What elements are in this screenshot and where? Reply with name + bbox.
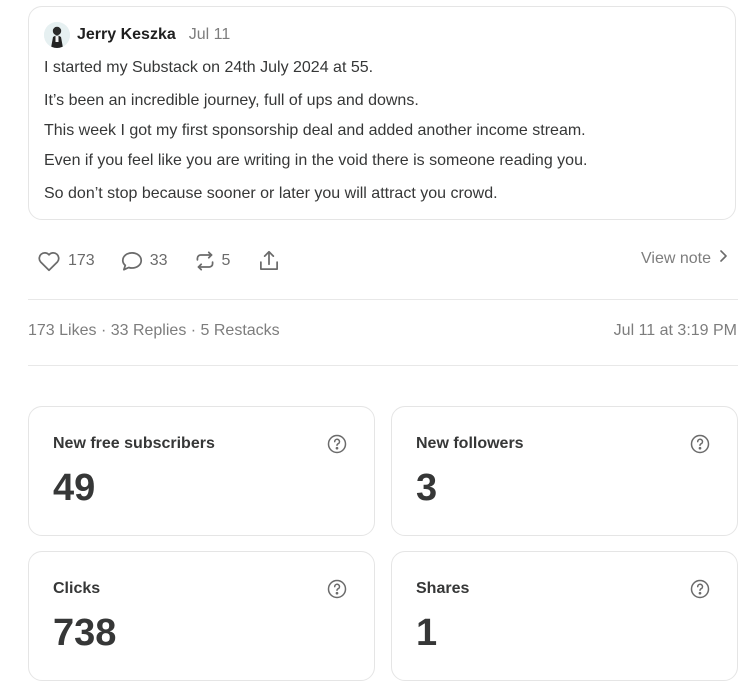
divider-bottom: [28, 365, 738, 366]
question-circle-icon[interactable]: [690, 434, 710, 459]
divider-top: [28, 299, 738, 300]
note-line-5: So don’t stop because sooner or later yo…: [44, 185, 498, 202]
share-icon: [256, 248, 282, 274]
note-line-2: It’s been an incredible journey, full of…: [44, 92, 419, 109]
metric-card-shares: Shares 1: [391, 551, 738, 681]
metric-label: Shares: [416, 580, 470, 597]
restack-icon: [192, 248, 218, 274]
chevron-right-icon: [718, 249, 728, 268]
reply-count: 33: [149, 252, 168, 269]
metric-card-free-subscribers: New free subscribers 49: [28, 406, 375, 536]
metric-label: New followers: [416, 435, 524, 452]
heart-icon: [36, 248, 62, 274]
question-circle-icon[interactable]: [690, 579, 710, 604]
avatar-image: [44, 22, 70, 48]
author-name[interactable]: Jerry Keszka: [77, 26, 176, 44]
share-button[interactable]: [256, 248, 282, 274]
avatar[interactable]: [44, 22, 70, 48]
note-line-1: I started my Substack on 24th July 2024 …: [44, 59, 374, 76]
note-card[interactable]: Jerry Keszka Jul 11 I started my Substac…: [28, 6, 736, 220]
view-note-label: View note: [641, 249, 711, 267]
metric-card-clicks: Clicks 738: [28, 551, 375, 681]
like-count: 173: [68, 252, 95, 269]
engagement-summary[interactable]: 173 Likes · 33 Replies · 5 Restacks: [28, 322, 280, 340]
note-line-3: This week I got my first sponsorship dea…: [44, 122, 586, 139]
metric-label: Clicks: [53, 580, 101, 597]
metric-value: 3: [416, 467, 438, 509]
note-date[interactable]: Jul 11: [189, 26, 231, 44]
view-note-link[interactable]: View note: [641, 249, 728, 268]
reply-button[interactable]: 33: [119, 248, 168, 274]
restack-button[interactable]: 5: [192, 248, 231, 274]
restack-count: 5: [221, 252, 231, 269]
metric-value: 738: [53, 612, 117, 654]
question-circle-icon[interactable]: [327, 579, 347, 604]
note-actions: 173 33 5: [36, 246, 282, 276]
comment-icon: [119, 248, 145, 274]
metric-label: New free subscribers: [53, 435, 215, 452]
like-button[interactable]: 173: [36, 248, 95, 274]
metric-value: 1: [416, 612, 438, 654]
author-row: Jerry Keszka Jul 11: [44, 21, 230, 49]
metric-value: 49: [53, 467, 96, 509]
metric-card-new-followers: New followers 3: [391, 406, 738, 536]
post-timestamp: Jul 11 at 3:19 PM: [613, 322, 737, 339]
question-circle-icon[interactable]: [327, 434, 347, 459]
note-line-4: Even if you feel like you are writing in…: [44, 152, 588, 169]
